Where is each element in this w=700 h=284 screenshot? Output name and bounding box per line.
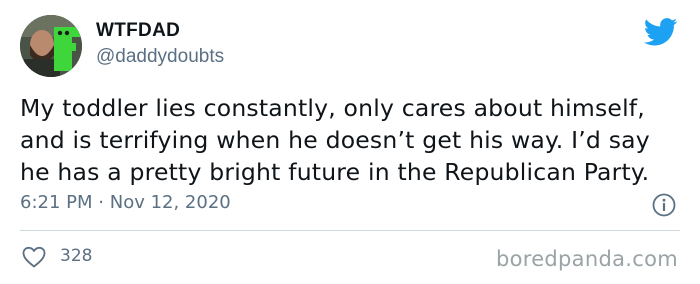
twitter-bird-icon[interactable] (644, 18, 678, 46)
tweet-text-line: My toddler lies constantly, only cares a… (20, 94, 645, 122)
author-display-name[interactable]: WTFDAD (96, 20, 180, 42)
tweet-timestamp: 6:21 PM · Nov 12, 2020 (20, 192, 231, 213)
author-handle[interactable]: @daddydoubts (96, 46, 224, 68)
tweet-text: My toddler lies constantly, only cares a… (20, 92, 690, 188)
tweet-text-line: and is terrifying when he doesn’t get hi… (20, 126, 650, 154)
tweet-date[interactable]: Nov 12, 2020 (110, 192, 231, 213)
tweet-card: WTFDAD @daddydoubts My toddler lies cons… (0, 0, 700, 284)
avatar-image (20, 15, 82, 77)
meta-separator: · (98, 192, 104, 213)
heart-icon[interactable] (22, 246, 46, 268)
info-icon[interactable] (652, 193, 676, 217)
avatar[interactable] (20, 15, 82, 77)
tweet-text-line: he has a pretty bright future in the Rep… (20, 158, 650, 186)
like-count[interactable]: 328 (60, 246, 92, 266)
divider (20, 230, 680, 231)
tweet-time[interactable]: 6:21 PM (20, 192, 93, 213)
watermark: boredpanda.com (495, 247, 678, 271)
